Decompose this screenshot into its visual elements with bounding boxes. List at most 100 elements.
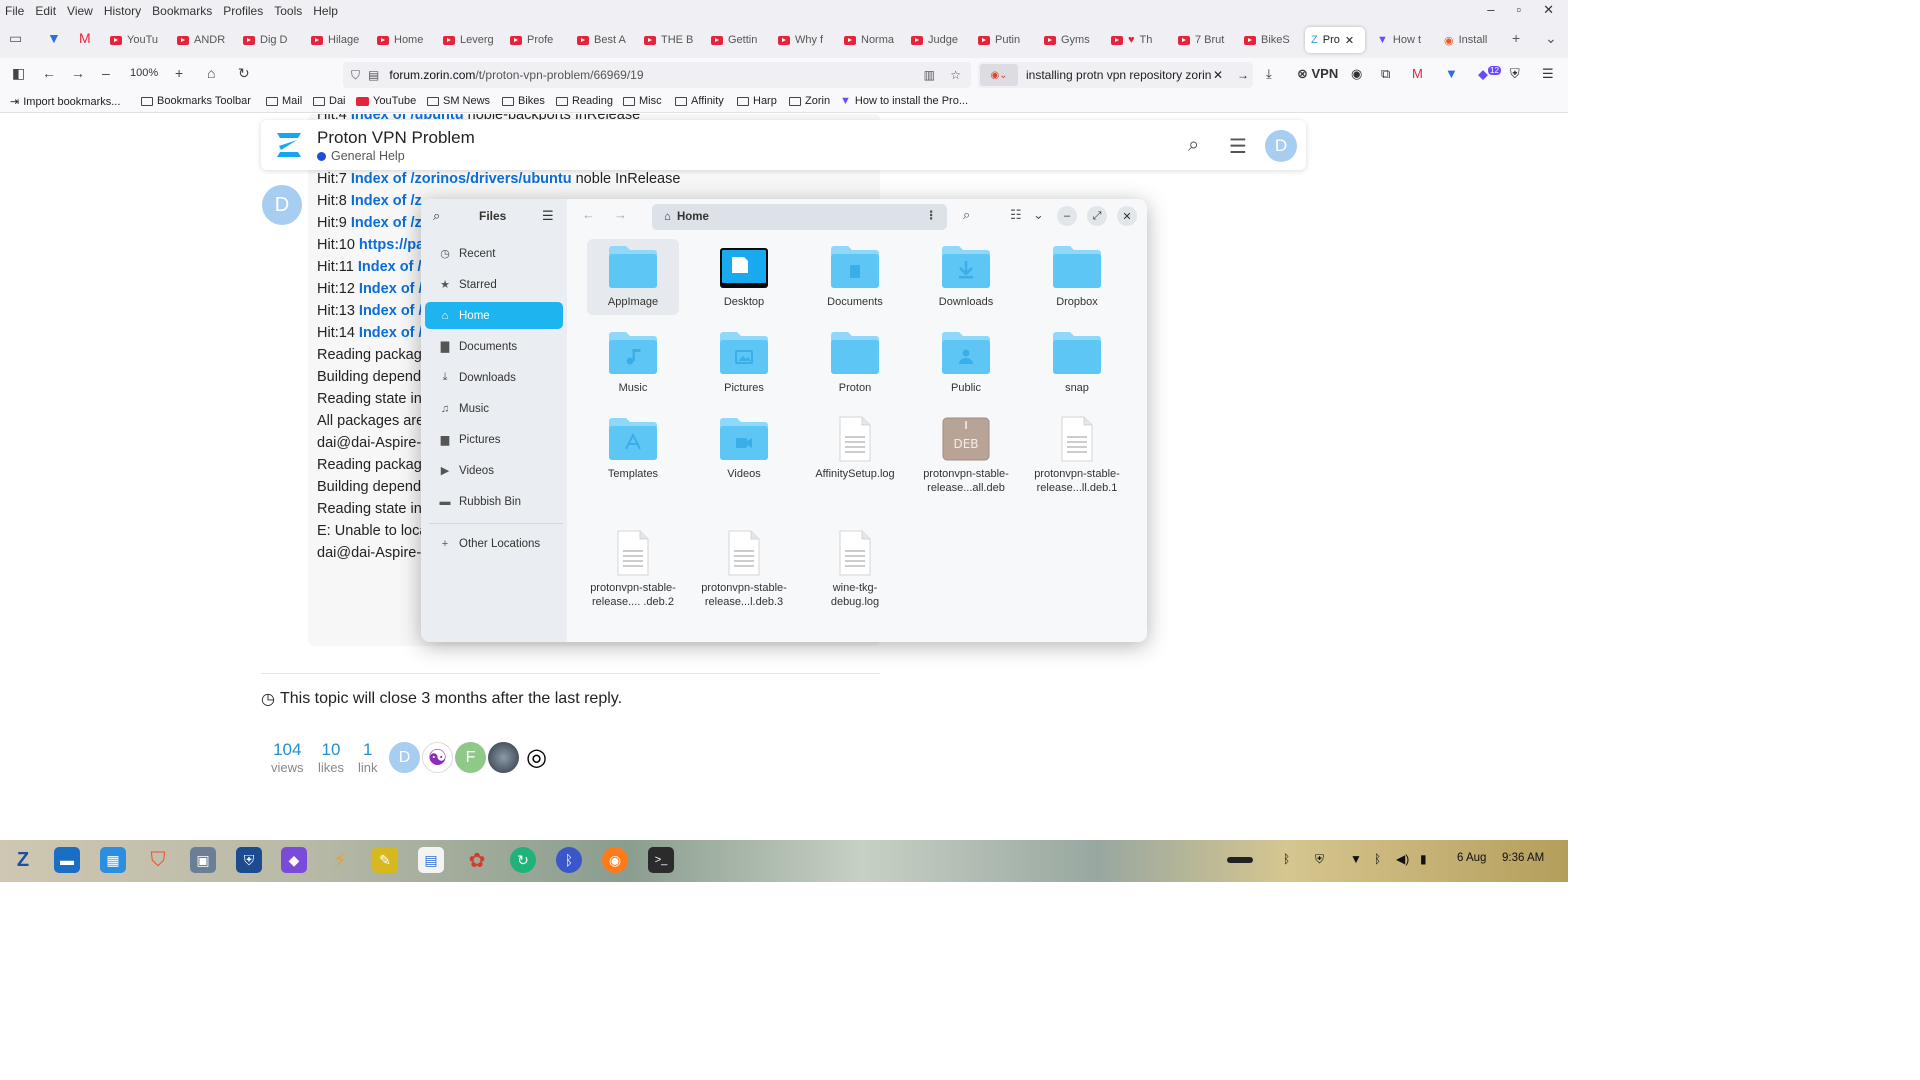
file-item[interactable]: snap <box>1031 325 1123 401</box>
sidebar-item-downloads[interactable]: ⤓ Downloads <box>425 364 563 391</box>
screenshot-icon[interactable]: ▣ <box>190 847 216 873</box>
bookmark-reading[interactable]: Reading <box>556 95 613 107</box>
zoom-level[interactable]: 100% <box>130 67 158 79</box>
code-link[interactable]: Index of /s <box>358 259 430 275</box>
file-item[interactable]: Templates <box>587 411 679 487</box>
participant-avatar-yinyang[interactable]: ☯ <box>422 742 453 773</box>
file-item[interactable]: Proton <box>809 325 901 401</box>
proton-pass-icon[interactable]: ◆ 12 <box>1478 66 1501 82</box>
search-query[interactable]: installing protn vpn repository zorin <box>1026 68 1211 82</box>
participant-avatar-ring[interactable]: ◎ <box>521 742 552 773</box>
code-link[interactable]: Index of /zorinos/drivers/ubuntu <box>351 171 572 187</box>
taskbar-date[interactable]: 6 Aug <box>1457 852 1486 864</box>
sticky-notes-icon[interactable]: ✎ <box>372 847 398 873</box>
gmail-extension-icon[interactable]: M <box>1412 66 1423 81</box>
tab-install[interactable]: ◉ Install <box>1444 27 1499 53</box>
tab-7-brut[interactable]: 7 Brut <box>1178 27 1230 53</box>
menu-help[interactable]: Help <box>313 4 338 18</box>
code-link[interactable]: https://pa <box>359 237 424 253</box>
tab-proton-active[interactable]: Z Pro ✕ <box>1305 27 1365 53</box>
tab-gyms[interactable]: Gyms <box>1044 27 1096 53</box>
app-menu-icon[interactable]: ☰ <box>1542 66 1554 82</box>
search-bar[interactable]: ◉⌄ installing protn vpn repository zorin… <box>978 62 1253 88</box>
tab-gettin[interactable]: Gettin <box>711 27 763 53</box>
tab-list-icon[interactable]: ⌄ <box>1545 30 1557 47</box>
tab-heart[interactable]: ♥ Th <box>1111 27 1163 53</box>
files-app-icon[interactable]: ▬ <box>54 847 80 873</box>
affinity-icon[interactable]: ⚡ <box>327 847 353 873</box>
search-icon[interactable]: ⌕ <box>1188 134 1199 157</box>
tab-why[interactable]: Why f <box>778 27 830 53</box>
tab-youtube[interactable]: YouTu <box>110 27 165 53</box>
reload-icon[interactable]: ↻ <box>238 65 250 82</box>
terminal-icon[interactable]: >_ <box>648 847 674 873</box>
tab-hilage[interactable]: Hilage <box>311 27 363 53</box>
text-editor-icon[interactable]: ▤ <box>418 847 444 873</box>
proton-pinned-icon[interactable]: ▼ <box>47 30 61 46</box>
back-icon[interactable]: ← <box>42 65 56 81</box>
home-icon[interactable]: ⌂ <box>207 65 215 81</box>
tab-the-b[interactable]: THE B <box>644 27 696 53</box>
bitwarden-tray-icon[interactable]: ⛨ <box>1315 852 1324 867</box>
maximize-button[interactable]: ⤢ <box>1087 206 1107 226</box>
sidebar-item-other-locations[interactable]: + Other Locations <box>425 530 563 557</box>
likes-stat[interactable]: 10 likes <box>318 740 344 775</box>
bookmark-misc[interactable]: Misc <box>623 95 662 107</box>
hamburger-menu-icon[interactable]: ☰ <box>1229 134 1247 159</box>
bookmark-bikes[interactable]: Bikes <box>502 95 545 107</box>
bluetooth-app-icon[interactable]: ᛒ <box>556 847 582 873</box>
tab-dig[interactable]: Dig D <box>243 27 296 53</box>
downloads-icon[interactable]: ⤓ <box>1266 66 1272 82</box>
topic-title[interactable]: Proton VPN Problem <box>317 128 475 148</box>
menu-tools[interactable]: Tools <box>274 4 302 18</box>
bookmark-sm-news[interactable]: SM News <box>427 95 490 107</box>
file-item[interactable]: Dropbox <box>1031 239 1123 315</box>
bookmark-import[interactable]: ⇥ Import bookmarks... <box>10 95 120 109</box>
close-icon[interactable]: ✕ <box>1543 2 1554 18</box>
menu-file[interactable]: File <box>5 4 24 18</box>
links-stat[interactable]: 1 link <box>358 740 378 775</box>
sync-app-icon[interactable]: ↻ <box>510 847 536 873</box>
bluetooth-status-icon[interactable]: ᛒ <box>1374 852 1381 866</box>
file-item[interactable]: protonvpn-stable-release...ll.deb.1 <box>1031 411 1123 501</box>
sidebar-item-home[interactable]: ⌂ Home <box>425 302 563 329</box>
list-view-icon[interactable]: ☷ <box>1010 207 1022 223</box>
more-options-icon[interactable]: ⋮ <box>926 208 938 222</box>
file-item[interactable]: Music <box>587 325 679 401</box>
bluetooth-tray-icon[interactable]: ᛒ <box>1283 852 1290 866</box>
tab-norma[interactable]: Norma <box>844 27 896 53</box>
menu-profiles[interactable]: Profiles <box>223 4 263 18</box>
tab-putin[interactable]: Putin <box>978 27 1030 53</box>
bookmark-mail[interactable]: Mail <box>266 95 302 107</box>
zoom-in-icon[interactable]: + <box>175 65 183 81</box>
fruit-app-icon[interactable]: ✿ <box>464 847 490 873</box>
shield-icon[interactable]: ⛨ <box>1510 66 1520 82</box>
tab-profe[interactable]: Profe <box>510 27 562 53</box>
path-bar[interactable]: ⌂ Home ⋮ <box>652 204 947 230</box>
firefox-icon[interactable]: ◉ <box>602 847 628 873</box>
clear-search-icon[interactable]: ✕ <box>1213 68 1223 82</box>
code-link[interactable]: Index of /z <box>351 193 422 209</box>
bookmark-harp[interactable]: Harp <box>737 95 777 107</box>
bookmark-zorin[interactable]: Zorin <box>789 95 830 107</box>
file-item[interactable]: AffinitySetup.log <box>809 411 901 487</box>
file-item[interactable]: protonvpn-stable-release.... .deb.2 <box>587 525 679 615</box>
participant-avatar[interactable]: F <box>455 742 486 773</box>
gmail-pinned-icon[interactable]: M <box>79 30 91 46</box>
participant-avatar-photo[interactable] <box>488 742 519 773</box>
tab-how-to[interactable]: ▼ How t <box>1377 27 1432 53</box>
extensions-icon[interactable]: ⧉ <box>1381 66 1390 82</box>
view-options-icon[interactable]: ⌄ <box>1033 207 1044 223</box>
vpn-button[interactable]: ⊗ VPN <box>1297 66 1338 82</box>
wifi-icon[interactable]: ▼ <box>1350 852 1362 866</box>
close-button[interactable]: ✕ <box>1117 206 1137 226</box>
page-info-icon[interactable]: ▤ <box>368 68 379 82</box>
bitwarden-icon[interactable]: ⛨ <box>236 847 262 873</box>
url-bar[interactable]: ⛉ ▤ forum.zorin.com/t/proton-vpn-problem… <box>343 62 971 88</box>
zorin-logo-icon[interactable] <box>271 127 307 163</box>
file-item[interactable]: DEB protonvpn-stable-release...all.deb <box>920 411 1012 501</box>
file-item[interactable]: Pictures <box>698 325 790 401</box>
code-link[interactable]: Index of / <box>359 325 423 341</box>
forward-icon[interactable]: → <box>71 65 85 81</box>
file-item[interactable]: Videos <box>698 411 790 487</box>
